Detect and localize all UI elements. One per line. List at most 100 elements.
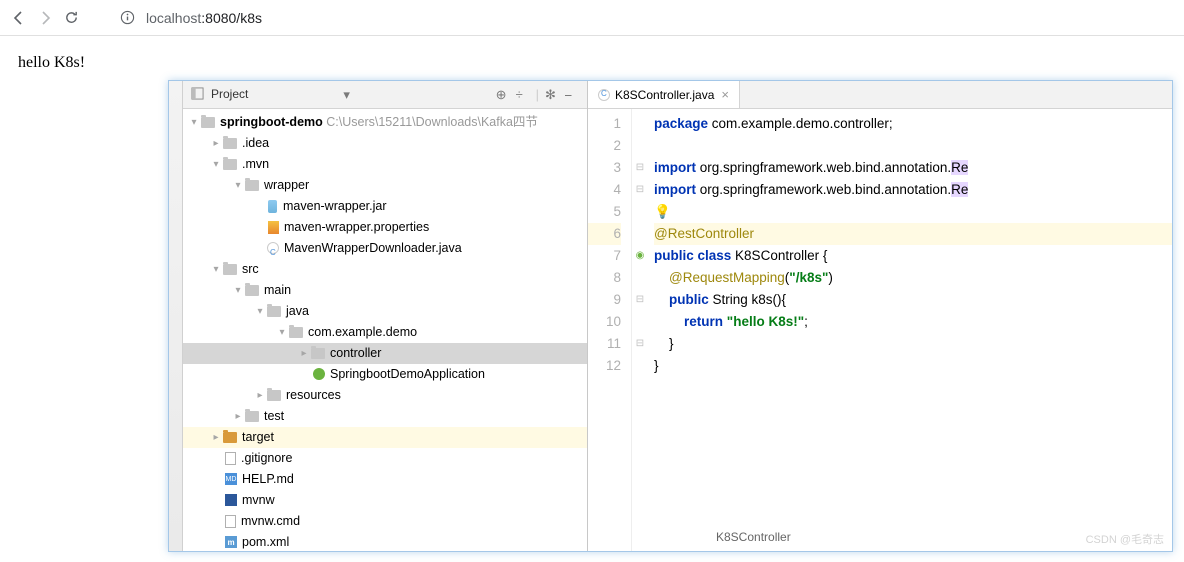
project-panel: Project ▾ ⊕ ÷ | ✻ ⎯ ▾ springboot-demo C:\… xyxy=(183,81,588,551)
target-icon[interactable]: ⊕ xyxy=(496,87,510,101)
tree-item[interactable]: .idea xyxy=(242,133,269,154)
tree-item[interactable]: wrapper xyxy=(264,175,309,196)
editor-panel: K8SController.java × 1 2 3 4 5 6 7 8 9 1… xyxy=(588,81,1172,551)
tree-item[interactable]: java xyxy=(286,301,309,322)
tab-label: K8SController.java xyxy=(615,88,714,102)
chevron-down-icon[interactable]: ▾ xyxy=(277,322,287,343)
chevron-right-icon[interactable]: ▸ xyxy=(299,343,309,364)
folder-icon xyxy=(201,117,215,128)
tree-item[interactable]: SpringbootDemoApplication xyxy=(330,364,485,385)
folder-icon xyxy=(245,411,259,422)
maven-icon: m xyxy=(225,536,237,548)
folder-icon xyxy=(245,180,259,191)
file-icon xyxy=(225,515,236,528)
fold-strip: ⊟⊟ ◉ ⊟ ⊟ xyxy=(632,109,648,551)
tree-item[interactable]: pom.xml xyxy=(242,532,289,551)
tree-item[interactable]: src xyxy=(242,259,259,280)
chevron-down-icon[interactable]: ▾ xyxy=(211,259,221,280)
collapse-icon[interactable]: ⎯ xyxy=(565,87,579,101)
reload-icon[interactable] xyxy=(62,9,80,27)
gear-icon[interactable]: ✻ xyxy=(545,87,559,101)
line-number: 2 xyxy=(588,135,621,157)
line-number: 10 xyxy=(588,311,621,333)
folder-icon xyxy=(245,285,259,296)
ide-left-strip[interactable] xyxy=(169,81,183,551)
root-name[interactable]: springboot-demo xyxy=(220,112,323,133)
project-tree[interactable]: ▾ springboot-demo C:\Users\15211\Download… xyxy=(183,109,587,551)
java-class-icon xyxy=(267,242,279,254)
chevron-right-icon[interactable]: ▸ xyxy=(233,406,243,427)
tree-item[interactable]: maven-wrapper.jar xyxy=(283,196,387,217)
line-number: 6 xyxy=(588,223,621,245)
chevron-right-icon[interactable]: ▸ xyxy=(211,427,221,448)
properties-icon xyxy=(268,221,279,234)
chevron-down-icon[interactable]: ▾ xyxy=(255,301,265,322)
url-host: localhost xyxy=(146,10,201,26)
editor-tab[interactable]: K8SController.java × xyxy=(588,81,740,108)
line-number: 8 xyxy=(588,267,621,289)
folder-icon xyxy=(223,138,237,149)
code-area[interactable]: package com.example.demo.controller; imp… xyxy=(648,109,1172,551)
folder-icon xyxy=(289,327,303,338)
breadcrumb[interactable]: K8SController xyxy=(716,526,791,548)
tree-item[interactable]: MavenWrapperDownloader.java xyxy=(284,238,462,259)
tree-item-selected[interactable]: controller xyxy=(330,343,381,364)
tree-item[interactable]: mvnw xyxy=(242,490,275,511)
line-number: 5 xyxy=(588,201,621,223)
back-icon[interactable] xyxy=(10,9,28,27)
spring-icon xyxy=(313,368,325,380)
chevron-right-icon[interactable]: ▸ xyxy=(211,133,221,154)
address-bar[interactable]: localhost:8080/k8s xyxy=(108,5,272,31)
chevron-down-icon[interactable]: ▾ xyxy=(211,154,221,175)
root-path: C:\Users\15211\Downloads\Kafka四节 xyxy=(326,112,538,133)
tree-item[interactable]: HELP.md xyxy=(242,469,294,490)
url-path: :8080/k8s xyxy=(201,10,262,26)
editor-tabs: K8SController.java × xyxy=(588,81,1172,109)
forward-icon[interactable] xyxy=(36,9,54,27)
folder-icon xyxy=(267,390,281,401)
tree-item[interactable]: resources xyxy=(286,385,341,406)
page-body-text: hello K8s! xyxy=(0,36,1184,80)
line-number: 1 xyxy=(588,113,621,135)
tree-item[interactable]: main xyxy=(264,280,291,301)
watermark: CSDN @毛奇志 xyxy=(1086,531,1164,547)
script-icon xyxy=(225,494,237,506)
tree-item[interactable]: target xyxy=(242,427,274,448)
project-icon xyxy=(191,87,205,101)
jar-icon xyxy=(268,200,277,213)
close-icon[interactable]: × xyxy=(721,87,729,102)
tree-item[interactable]: maven-wrapper.properties xyxy=(284,217,429,238)
dropdown-icon[interactable]: ▾ xyxy=(343,87,357,101)
chevron-right-icon[interactable]: ▸ xyxy=(255,385,265,406)
tree-item[interactable]: .gitignore xyxy=(241,448,292,469)
line-number: 11 xyxy=(588,333,621,355)
tree-item[interactable]: mvnw.cmd xyxy=(241,511,300,532)
tree-item[interactable]: com.example.demo xyxy=(308,322,417,343)
tree-item[interactable]: test xyxy=(264,406,284,427)
line-number: 4 xyxy=(588,179,621,201)
project-title: Project xyxy=(211,87,337,101)
line-number: 7 xyxy=(588,245,621,267)
project-header: Project ▾ ⊕ ÷ | ✻ ⎯ xyxy=(183,81,587,109)
folder-icon xyxy=(223,159,237,170)
java-class-icon xyxy=(598,89,610,101)
folder-icon xyxy=(311,348,325,359)
markdown-icon: MD xyxy=(225,473,237,485)
line-number: 12 xyxy=(588,355,621,377)
ide-window: Project ▾ ⊕ ÷ | ✻ ⎯ ▾ springboot-demo C:\… xyxy=(168,80,1173,552)
editor-body: 1 2 3 4 5 6 7 8 9 10 11 12 ⊟⊟ ◉ ⊟ ⊟ xyxy=(588,109,1172,551)
bulb-icon[interactable]: 💡 xyxy=(654,204,671,219)
line-gutter: 1 2 3 4 5 6 7 8 9 10 11 12 xyxy=(588,109,632,551)
file-icon xyxy=(225,452,236,465)
folder-icon xyxy=(267,306,281,317)
info-icon[interactable] xyxy=(118,9,136,27)
folder-icon xyxy=(223,432,237,443)
folder-icon xyxy=(223,264,237,275)
browser-toolbar: localhost:8080/k8s xyxy=(0,0,1184,36)
chevron-down-icon[interactable]: ▾ xyxy=(189,112,199,133)
chevron-down-icon[interactable]: ▾ xyxy=(233,280,243,301)
chevron-down-icon[interactable]: ▾ xyxy=(233,175,243,196)
divide-icon[interactable]: ÷ xyxy=(516,87,530,101)
tree-item[interactable]: .mvn xyxy=(242,154,269,175)
line-number: 9 xyxy=(588,289,621,311)
